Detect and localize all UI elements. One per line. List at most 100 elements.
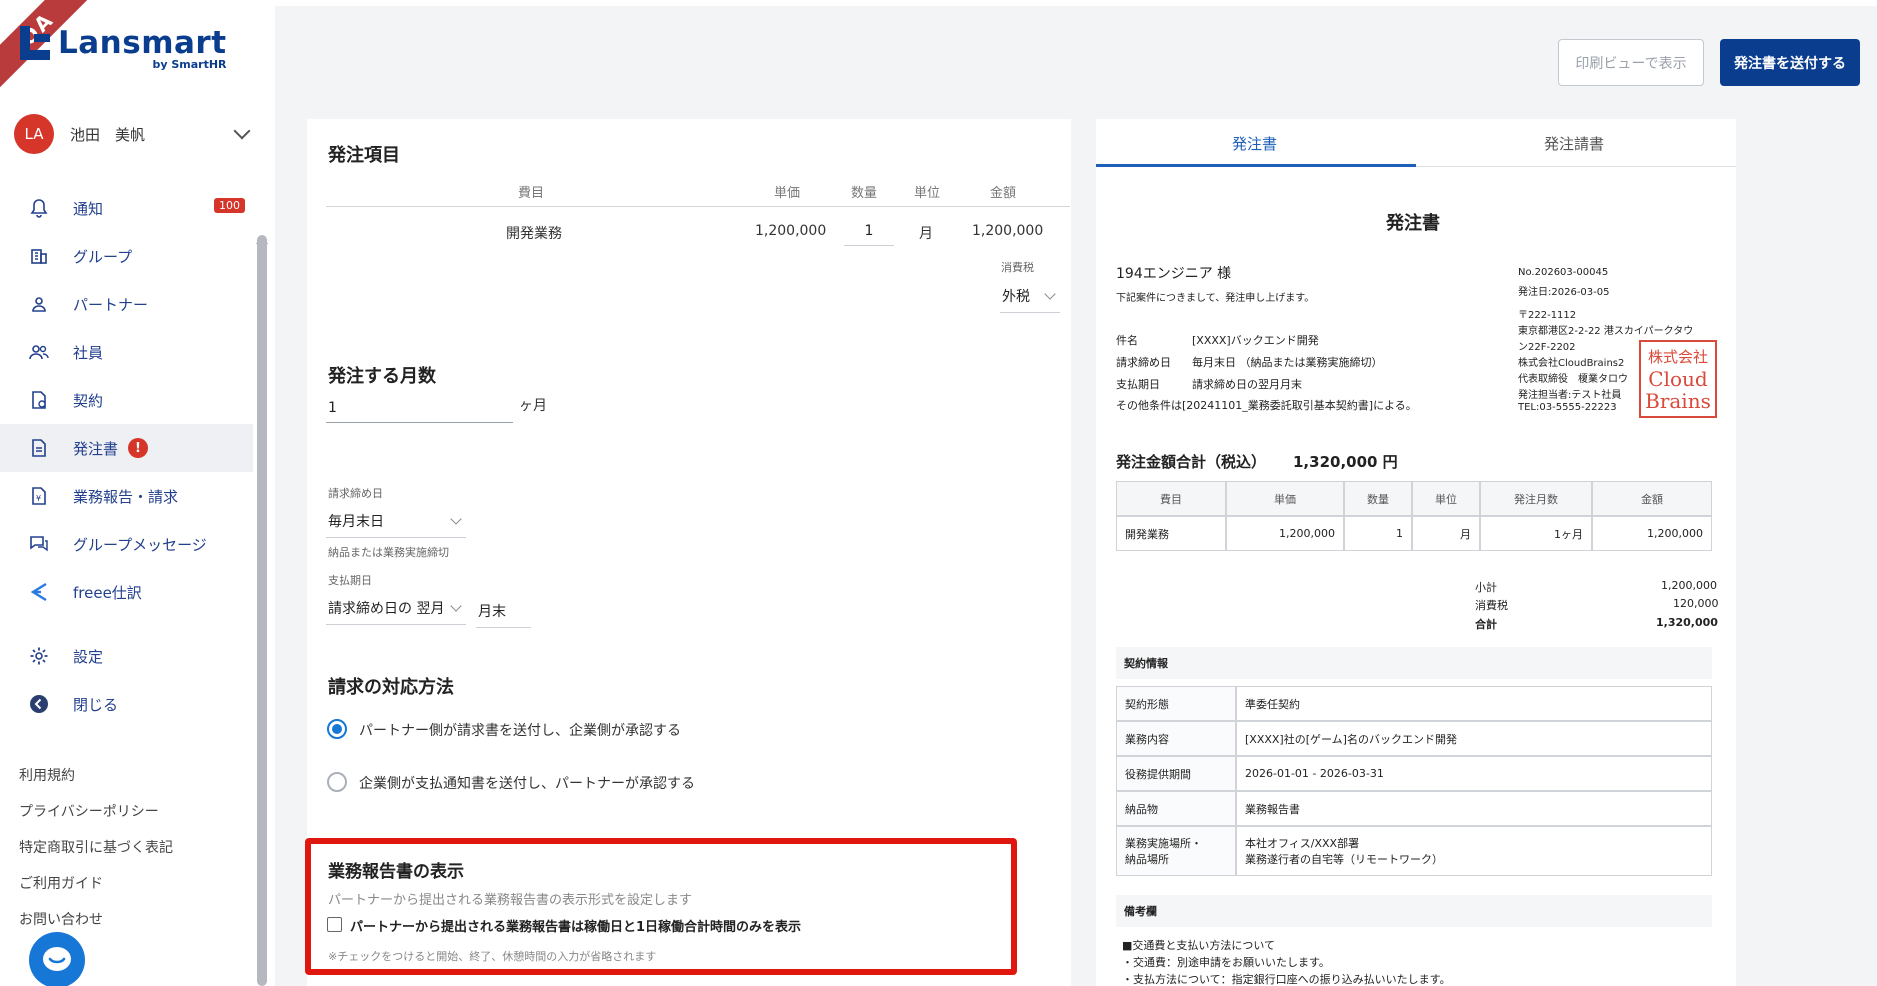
table-header: 費目 — [1116, 481, 1226, 516]
contract-value: 準委任契約 — [1236, 686, 1712, 721]
contract-info-title: 契約情報 — [1116, 647, 1712, 679]
order-item-qty-input[interactable]: 1 — [844, 223, 894, 246]
sidebar-item-group-messages[interactable]: グループメッセージ — [0, 520, 253, 568]
billing-method-option-company[interactable]: 企業側が支払通知書を送付し、パートナーが承認する — [359, 773, 695, 793]
sidebar-nav: 通知 100 グループ パートナー 社員 契約 発注書 ! ¥ 業務報告・請求 … — [0, 184, 253, 728]
sidebar-item-label: 閉じる — [73, 695, 119, 714]
column-header-unit: 単位 — [914, 186, 941, 201]
footer-link-privacy[interactable]: プライバシーポリシー — [19, 802, 173, 838]
section-title-order-items: 発注項目 — [328, 145, 400, 166]
closing-date-note: 納品または業務実施締切 — [328, 546, 449, 559]
section-title-billing-method: 請求の対応方法 — [328, 677, 454, 698]
column-header-unit-price: 単価 — [774, 186, 801, 201]
sidebar-item-label: グループメッセージ — [73, 535, 207, 554]
sidebar-item-label: 業務報告・請求 — [73, 487, 179, 506]
footer-link-terms[interactable]: 利用規約 — [19, 766, 173, 802]
contract-label: 納品物 — [1116, 791, 1236, 826]
billing-method-option-partner[interactable]: パートナー側が請求書を送付し、企業側が承認する — [359, 720, 681, 740]
sidebar: QA Lansmart by SmartHR LA 池田 美帆 通知 100 グ… — [0, 0, 275, 986]
billing-method-radio-partner[interactable] — [327, 719, 347, 739]
section-title-months: 発注する月数 — [328, 366, 436, 387]
summary-value: 1,200,000 — [1661, 579, 1717, 592]
column-header-item: 費目 — [518, 186, 545, 201]
other-terms: その他条件は[20241101_業務委託取引基本契約書]による。 — [1116, 399, 1417, 412]
months-input[interactable]: 1 — [326, 400, 513, 423]
company-seal-stamp: 株式会社 Cloud Brains — [1639, 340, 1717, 418]
field-label: 件名 — [1116, 334, 1138, 347]
tab-purchase-order[interactable]: 発注書 — [1232, 133, 1277, 154]
active-tab-indicator — [1096, 164, 1416, 167]
table-header: 発注月数 — [1480, 481, 1592, 516]
field-value: 毎月末日 （納品または業務実施締切） — [1192, 356, 1383, 369]
table-cell: 1ヶ月 — [1480, 516, 1592, 551]
total-value: 1,320,000 円 — [1293, 453, 1398, 471]
note-line: ・支払方法について：指定銀行口座への振り込み払いいたします。 — [1122, 973, 1451, 986]
issuer-tel: TEL:03-5555-22223 — [1518, 402, 1617, 413]
sidebar-item-label: 社員 — [73, 343, 104, 362]
sidebar-item-label: freee仕訳 — [73, 583, 142, 602]
order-item-name: 開発業務 — [506, 226, 562, 242]
payment-day-input[interactable]: 月末 — [476, 601, 531, 628]
app-logo[interactable]: Lansmart by SmartHR — [20, 26, 227, 71]
tab-order-acceptance[interactable]: 発注請書 — [1544, 133, 1604, 154]
table-cell: 1,200,000 — [1592, 516, 1712, 551]
sidebar-item-notifications[interactable]: 通知 100 — [0, 184, 253, 232]
months-suffix: ヶ月 — [519, 398, 547, 414]
table-header: 数量 — [1344, 481, 1412, 516]
chevron-down-icon — [233, 122, 251, 140]
table-cell: 月 — [1412, 516, 1480, 551]
sidebar-item-employees[interactable]: 社員 — [0, 328, 253, 376]
user-name: 池田 美帆 — [70, 125, 146, 144]
tax-type-select[interactable]: 外税 — [1000, 286, 1060, 313]
notification-count-badge: 100 — [214, 198, 245, 213]
tax-label: 消費税 — [1001, 261, 1034, 274]
print-view-button[interactable]: 印刷ビューで表示 — [1558, 39, 1704, 86]
sidebar-item-partners[interactable]: パートナー — [0, 280, 253, 328]
building-icon — [28, 245, 50, 267]
order-item-unit: 月 — [919, 226, 933, 242]
payment-month-value: 請求締め日の 翌月 — [328, 601, 445, 617]
chat-support-button[interactable] — [29, 932, 85, 986]
sidebar-item-reports-billing[interactable]: ¥ 業務報告・請求 — [0, 472, 253, 520]
order-item-unit-price: 1,200,000 — [755, 223, 827, 239]
payment-month-select[interactable]: 請求締め日の 翌月 — [326, 598, 466, 625]
document-title: 発注書 — [1386, 213, 1440, 234]
footer-link-commercial-law[interactable]: 特定商取引に基づく表記 — [19, 838, 173, 874]
closing-date-select[interactable]: 毎月末日 — [326, 511, 466, 538]
summary-value: 120,000 — [1673, 597, 1719, 610]
preview-tabs: 発注書 発注請書 — [1096, 119, 1736, 167]
avatar: LA — [14, 114, 54, 154]
note-line: ■交通費と支払い方法について — [1122, 939, 1276, 952]
sidebar-item-settings[interactable]: 設定 — [0, 632, 253, 680]
issuer-company: 株式会社CloudBrains2 — [1518, 358, 1625, 369]
issuer-address: 東京都港区2-2-22 港スカイパークタウ — [1518, 326, 1694, 337]
contract-label: 業務内容 — [1116, 721, 1236, 756]
summary-label: 小計 — [1475, 581, 1497, 594]
send-order-button[interactable]: 発注書を送付する — [1720, 39, 1860, 86]
message-icon — [28, 533, 50, 555]
table-header: 単位 — [1412, 481, 1480, 516]
gear-icon — [28, 645, 50, 667]
user-menu[interactable]: LA 池田 美帆 — [14, 114, 260, 154]
freee-icon — [28, 581, 50, 603]
contract-value: 業務報告書 — [1236, 791, 1712, 826]
sidebar-item-freee[interactable]: freee仕訳 — [0, 568, 253, 616]
sidebar-collapse-button[interactable]: 閉じる — [0, 680, 253, 728]
chevron-down-icon — [1044, 288, 1056, 300]
footer-link-guide[interactable]: ご利用ガイド — [19, 874, 173, 910]
footer-links: 利用規約 プライバシーポリシー 特定商取引に基づく表記 ご利用ガイド お問い合わ… — [19, 766, 173, 946]
issuer-contact: 発注担当者:テスト社員 — [1518, 390, 1622, 401]
sidebar-item-label: 契約 — [73, 391, 104, 410]
sidebar-item-label: 通知 — [73, 199, 104, 218]
contract-value: 本社オフィス/XXX部署 業務遂行者の自宅等（リモートワーク） — [1236, 826, 1712, 876]
billing-method-radio-company[interactable] — [327, 772, 347, 792]
chevron-down-icon — [450, 513, 462, 525]
issuer-zip: 〒222-1112 — [1518, 310, 1577, 321]
order-item-amount: 1,200,000 — [972, 223, 1044, 239]
total-label: 発注金額合計（税込） — [1116, 453, 1267, 471]
sidebar-scrollbar[interactable] — [257, 235, 267, 986]
sidebar-item-purchase-orders[interactable]: 発注書 ! — [0, 424, 253, 472]
sidebar-item-contracts[interactable]: 契約 — [0, 376, 253, 424]
sidebar-item-groups[interactable]: グループ — [0, 232, 253, 280]
highlight-annotation — [305, 838, 1017, 975]
